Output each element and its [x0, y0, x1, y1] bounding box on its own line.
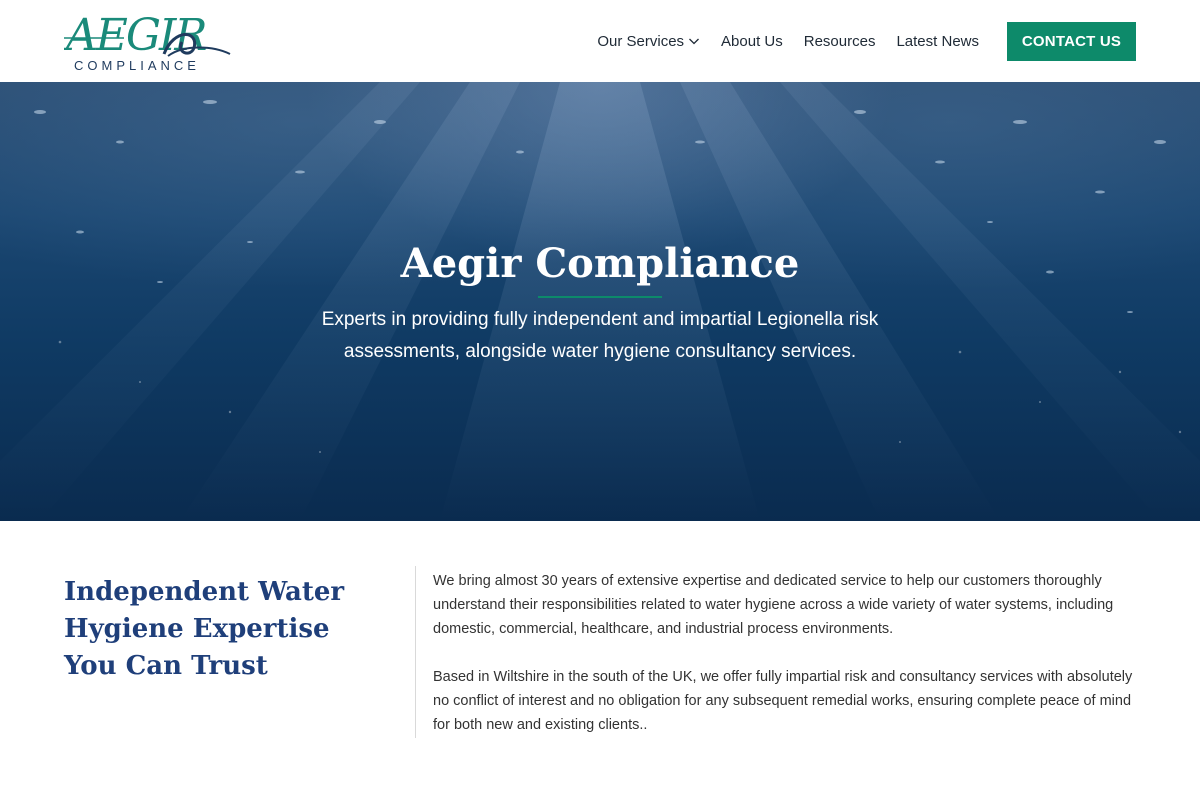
nav-latest-news-label: Latest News: [896, 32, 979, 50]
logo-subtext: COMPLIANCE: [74, 58, 200, 73]
hero-title-underline: [538, 296, 662, 298]
nav-resources[interactable]: Resources: [804, 33, 876, 50]
nav-our-services-label: Our Services: [597, 32, 685, 50]
intro-body: We bring almost 30 years of extensive ex…: [433, 569, 1143, 737]
intro-paragraph: Based in Wiltshire in the south of the U…: [433, 669, 1133, 733]
nav-about-us-label: About Us: [721, 32, 783, 50]
main-nav: Our Services About Us Resources Latest N…: [597, 0, 979, 82]
site-header: AEGIR COMPLIANCE Our Services About Us R…: [0, 0, 1200, 82]
hero-title: Aegir Compliance: [400, 240, 800, 287]
intro-heading: Independent Water Hygiene Expertise You …: [64, 577, 345, 681]
logo-mark: AEGIR: [64, 10, 231, 60]
contact-us-button[interactable]: CONTACT US: [1007, 22, 1136, 61]
intro-paragraph: We bring almost 30 years of extensive ex…: [433, 573, 1114, 637]
logo[interactable]: AEGIR COMPLIANCE: [64, 8, 234, 74]
hero-description: Experts in providing fully independent a…: [321, 309, 879, 362]
nav-latest-news[interactable]: Latest News: [896, 33, 979, 50]
vertical-divider: [415, 566, 416, 738]
hero-banner: Aegir Compliance Experts in providing fu…: [0, 82, 1200, 521]
chevron-down-icon: [689, 38, 700, 45]
nav-resources-label: Resources: [803, 32, 876, 50]
underwater-background-image: [0, 82, 1200, 521]
nav-our-services[interactable]: Our Services: [597, 33, 700, 50]
nav-about-us[interactable]: About Us: [721, 33, 783, 50]
